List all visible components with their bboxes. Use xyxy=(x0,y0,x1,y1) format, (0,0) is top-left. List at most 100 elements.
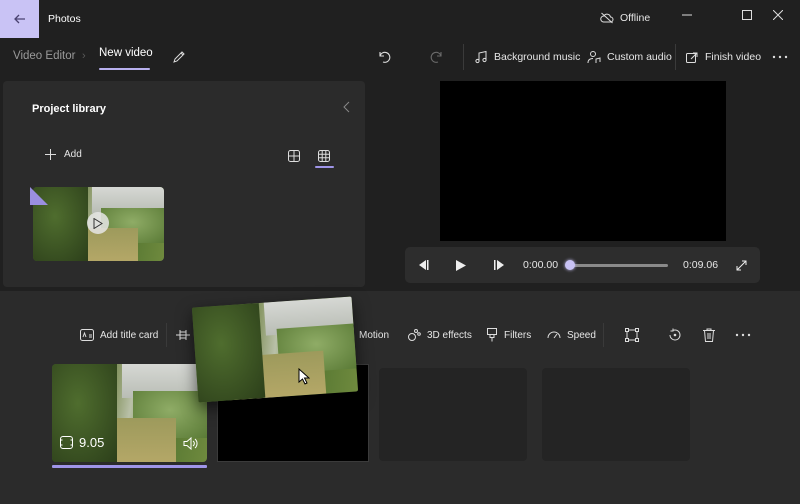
project-library-title: Project library xyxy=(32,103,106,115)
filters-button[interactable]: Filters xyxy=(486,325,531,345)
expand-icon xyxy=(736,260,746,270)
person-audio-icon xyxy=(587,51,601,64)
in-storyboard-marker xyxy=(30,187,48,205)
add-label: Add xyxy=(64,149,82,160)
add-title-card-label: Add title card xyxy=(100,329,159,341)
rotate-icon xyxy=(669,328,681,341)
crop-button[interactable] xyxy=(622,325,642,345)
close-icon xyxy=(773,10,783,20)
speed-button[interactable]: Speed xyxy=(547,325,596,345)
play-preview-button[interactable] xyxy=(87,212,109,234)
music-note-icon xyxy=(475,50,487,64)
title-card-icon xyxy=(80,329,94,341)
custom-audio-button[interactable]: Custom audio xyxy=(587,47,672,67)
pencil-icon xyxy=(173,51,185,63)
crop-resize-icon xyxy=(625,328,639,342)
delete-button[interactable] xyxy=(699,325,719,345)
more-icon xyxy=(735,333,751,337)
more-options-button[interactable] xyxy=(770,47,790,67)
toolbar-divider xyxy=(675,44,676,70)
storyboard-more-button[interactable] xyxy=(733,325,753,345)
trash-icon xyxy=(703,328,715,342)
playback-controls: 0:00.00 0:09.06 xyxy=(405,247,760,283)
mouse-cursor-icon xyxy=(298,368,310,385)
breadcrumb-current-project: New video xyxy=(99,47,153,59)
3d-effects-label: 3D effects xyxy=(427,329,472,341)
custom-audio-label: Custom audio xyxy=(607,51,672,63)
clip-audio-button[interactable] xyxy=(183,437,199,450)
dragged-clip-preview[interactable] xyxy=(191,296,359,403)
total-time: 0:09.06 xyxy=(683,259,719,271)
breadcrumb-separator-icon: › xyxy=(82,50,86,62)
trim-button[interactable] xyxy=(176,325,190,345)
finish-video-button[interactable]: Finish video xyxy=(685,47,761,67)
seek-handle[interactable] xyxy=(565,260,575,270)
video-preview[interactable] xyxy=(440,81,726,241)
motion-button[interactable]: Motion xyxy=(359,325,389,345)
back-button[interactable] xyxy=(0,0,39,38)
rotate-button[interactable] xyxy=(665,325,685,345)
3d-effects-button[interactable]: 3D effects xyxy=(407,325,472,345)
play-button[interactable] xyxy=(453,257,469,273)
clip-duration-value: 9.05 xyxy=(79,435,105,450)
share-export-icon xyxy=(686,52,698,63)
app-title: Photos xyxy=(48,13,81,25)
project-library-panel: Project library Add xyxy=(3,81,365,287)
minimize-button[interactable] xyxy=(665,2,709,28)
speaker-icon xyxy=(183,437,198,450)
breadcrumb-current-indicator xyxy=(99,68,150,70)
next-frame-button[interactable] xyxy=(491,257,507,273)
duration-frame-icon xyxy=(60,436,73,449)
storyboard-empty-slot[interactable] xyxy=(542,368,690,461)
storyboard-clip-video[interactable]: 9.05 xyxy=(52,364,207,462)
view-large-grid-button[interactable] xyxy=(315,147,333,165)
background-music-label: Background music xyxy=(494,51,581,63)
filters-icon xyxy=(487,328,497,342)
current-time: 0:00.00 xyxy=(523,259,559,271)
maximize-icon xyxy=(742,10,752,20)
view-small-grid-button[interactable] xyxy=(285,147,303,165)
step-forward-icon xyxy=(493,260,504,270)
more-icon xyxy=(772,55,788,59)
fullscreen-button[interactable] xyxy=(733,257,749,273)
seek-bar[interactable] xyxy=(570,264,668,267)
undo-button[interactable] xyxy=(375,47,395,67)
selected-view-indicator xyxy=(315,166,334,168)
previous-frame-button[interactable] xyxy=(415,257,431,273)
speedometer-icon xyxy=(547,331,561,339)
play-icon xyxy=(456,259,466,271)
toolbar-divider xyxy=(463,44,464,70)
undo-icon xyxy=(379,51,391,63)
redo-icon xyxy=(430,51,442,63)
storyboard-panel: Add title card Motion 3D effects Filters… xyxy=(0,291,800,504)
trim-icon xyxy=(176,330,190,340)
grid-2x2-icon xyxy=(288,150,300,162)
grid-3x3-icon xyxy=(318,150,330,162)
clip-duration: 9.05 xyxy=(60,435,104,450)
storyboard-empty-slot[interactable] xyxy=(379,368,527,461)
storyboard-divider xyxy=(166,323,167,347)
add-media-button[interactable]: Add xyxy=(45,149,82,160)
redo-button[interactable] xyxy=(426,47,446,67)
motion-label: Motion xyxy=(359,329,390,341)
minimize-icon xyxy=(682,14,692,16)
rename-button[interactable] xyxy=(170,48,188,66)
breadcrumb-video-editor[interactable]: Video Editor xyxy=(13,50,75,62)
storyboard-divider xyxy=(603,323,604,347)
selected-clip-indicator xyxy=(52,465,207,468)
collapse-library-button[interactable] xyxy=(343,101,351,113)
finish-video-label: Finish video xyxy=(705,51,762,63)
library-video-thumbnail[interactable] xyxy=(33,187,164,261)
play-icon xyxy=(93,217,103,229)
cloud-offline-icon xyxy=(600,12,614,24)
plus-icon xyxy=(45,149,56,160)
chevron-left-icon xyxy=(343,101,350,113)
photos-video-editor-window: Photos Offline Video Editor › New video … xyxy=(0,0,800,504)
3d-effects-icon xyxy=(408,329,421,341)
background-music-button[interactable]: Background music xyxy=(474,47,580,67)
filters-label: Filters xyxy=(504,329,532,341)
close-button[interactable] xyxy=(756,2,800,28)
offline-status: Offline xyxy=(600,12,650,24)
add-title-card-button[interactable]: Add title card xyxy=(80,325,158,345)
speed-label: Speed xyxy=(567,329,596,341)
